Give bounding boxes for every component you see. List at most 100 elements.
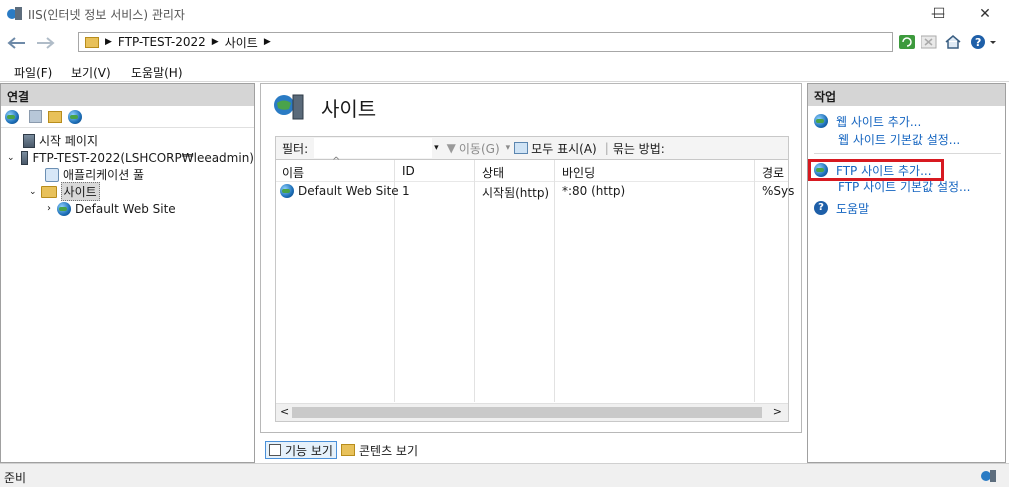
connect-globe-icon[interactable] bbox=[5, 109, 19, 124]
column-header-path[interactable]: 경로 bbox=[762, 164, 784, 181]
filter-bar: 필터: ▾ ▼ 이동(G) ▾ 모두 표시(A) | 묶는 방법: bbox=[275, 136, 789, 160]
back-icon[interactable] bbox=[4, 32, 30, 54]
save-icon[interactable] bbox=[29, 110, 42, 123]
sites-header-icon bbox=[273, 92, 305, 123]
table-row[interactable]: Default Web Site 1 시작됨(http) *:80 (http)… bbox=[276, 182, 794, 200]
ftp-defaults-link[interactable]: FTP 사이트 기본값 설정... bbox=[838, 178, 970, 195]
up-folder-icon[interactable] bbox=[48, 110, 62, 123]
column-header-binding[interactable]: 바인딩 bbox=[562, 164, 595, 181]
actions-divider bbox=[814, 153, 1001, 154]
action-ftp-defaults[interactable]: FTP 사이트 기본값 설정... bbox=[814, 177, 1005, 195]
close-button[interactable]: ✕ bbox=[962, 0, 1008, 28]
tree-item-label: Default Web Site bbox=[75, 201, 176, 216]
connections-title: 연결 bbox=[1, 84, 254, 106]
tree-item-label: 애플리케이션 풀 bbox=[63, 168, 145, 182]
sites-grid: 이름 ^ ID 상태 바인딩 경로 Default Web Site 1 시작됨… bbox=[275, 156, 794, 422]
stop-icon[interactable] bbox=[920, 33, 938, 51]
column-header-name[interactable]: 이름 bbox=[282, 164, 304, 181]
tree-item-label: 시작 페이지 bbox=[39, 134, 99, 148]
filter-dropdown-icon[interactable]: ▾ bbox=[434, 143, 439, 153]
tree-item-sites[interactable]: ⌄ 사이트 bbox=[1, 182, 254, 201]
action-web-defaults[interactable]: 웹 사이트 기본값 설정... bbox=[814, 130, 1005, 148]
breadcrumb-separator: ▶ bbox=[211, 37, 219, 47]
features-view-label: 기능 보기 bbox=[285, 443, 333, 458]
network-status-icon bbox=[981, 469, 999, 486]
folder-icon bbox=[85, 36, 99, 48]
site-binding: *:80 (http) bbox=[562, 184, 626, 198]
scroll-left-icon[interactable]: < bbox=[280, 405, 289, 418]
view-tabs: 기능 보기 콘텐츠 보기 bbox=[265, 440, 418, 460]
add-web-site-link[interactable]: 웹 사이트 추가... bbox=[836, 113, 921, 130]
column-header-status[interactable]: 상태 bbox=[482, 164, 504, 181]
menu-view[interactable]: 보기(V) bbox=[71, 64, 111, 81]
disconnect-icon[interactable] bbox=[68, 109, 82, 124]
breadcrumb-server[interactable]: FTP-TEST-2022 bbox=[118, 35, 206, 49]
add-web-site-icon bbox=[814, 114, 828, 128]
content-view-tab[interactable]: 콘텐츠 보기 bbox=[340, 442, 418, 459]
help-dropdown-icon[interactable]: ? bbox=[970, 33, 1000, 51]
refresh-icon[interactable] bbox=[898, 33, 916, 51]
sites-panel: 사이트 필터: ▾ ▼ 이동(G) ▾ 모두 표시(A) | 묶는 방법: 이름… bbox=[260, 83, 802, 433]
chevron-right-icon[interactable]: › bbox=[47, 203, 51, 214]
status-bar: 준비 bbox=[0, 463, 1009, 487]
filter-label: 필터: bbox=[282, 141, 309, 156]
iis-app-icon bbox=[7, 7, 23, 21]
web-defaults-link[interactable]: 웹 사이트 기본값 설정... bbox=[838, 131, 960, 148]
actions-panel: 작업 웹 사이트 추가... 웹 사이트 기본값 설정... FTP 사이트 추… bbox=[807, 83, 1006, 463]
connections-panel: 연결 시작 페이지 ⌄ FTP-TEST-2022(LSHCORP₩leeadm… bbox=[0, 83, 255, 463]
breadcrumb-sites[interactable]: 사이트 bbox=[225, 34, 258, 51]
connections-tree: 시작 페이지 ⌄ FTP-TEST-2022(LSHCORP₩leeadmin)… bbox=[1, 128, 254, 217]
menu-bar: 파일(F) 보기(V) 도움말(H) bbox=[0, 58, 1009, 82]
column-header-id[interactable]: ID bbox=[402, 164, 415, 178]
maximize-button[interactable]: ☐ bbox=[916, 0, 962, 28]
chevron-down-icon[interactable]: ⌄ bbox=[29, 187, 37, 197]
horizontal-scrollbar[interactable]: < > bbox=[276, 403, 788, 421]
sites-folder-icon bbox=[40, 185, 57, 198]
iis-manager-window: IIS(인터넷 정보 서비스) 관리자 — ☐ ✕ ▶ FTP-TEST-202… bbox=[0, 0, 1009, 487]
tree-item-server[interactable]: ⌄ FTP-TEST-2022(LSHCORP₩leeadmin) bbox=[1, 149, 254, 166]
site-path: %Sys bbox=[762, 184, 795, 198]
show-all-button[interactable]: 모두 표시(A) bbox=[531, 140, 597, 157]
tree-item-default-web-site[interactable]: › Default Web Site bbox=[1, 200, 254, 217]
home-icon[interactable] bbox=[944, 33, 962, 51]
website-globe-icon bbox=[57, 201, 71, 216]
menu-help[interactable]: 도움말(H) bbox=[131, 64, 183, 81]
menu-file[interactable]: 파일(F) bbox=[14, 64, 52, 81]
tree-item-app-pools[interactable]: 애플리케이션 풀 bbox=[1, 166, 254, 183]
filter-input[interactable] bbox=[314, 138, 433, 158]
site-status: 시작됨(http) bbox=[482, 186, 550, 200]
features-view-icon bbox=[269, 444, 281, 456]
site-id: 1 bbox=[402, 184, 410, 198]
action-add-web-site[interactable]: 웹 사이트 추가... bbox=[814, 112, 1005, 130]
site-name: Default Web Site bbox=[298, 184, 399, 198]
connections-toolbar bbox=[1, 106, 254, 128]
content-view-icon bbox=[340, 444, 355, 456]
address-bar[interactable]: ▶ FTP-TEST-2022 ▶ 사이트 ▶ bbox=[78, 32, 893, 52]
breadcrumb-separator: ▶ bbox=[105, 37, 112, 47]
grid-header: 이름 ^ ID 상태 바인딩 경로 bbox=[276, 156, 788, 182]
features-view-tab[interactable]: 기능 보기 bbox=[265, 441, 337, 459]
chevron-down-icon[interactable]: ⌄ bbox=[7, 153, 15, 163]
group-by-label[interactable]: 묶는 방법: bbox=[613, 140, 665, 157]
title-bar: IIS(인터넷 정보 서비스) 관리자 — ☐ ✕ bbox=[0, 0, 1009, 28]
go-dropdown-icon[interactable]: ▾ bbox=[506, 143, 511, 153]
actions-list: 웹 사이트 추가... 웹 사이트 기본값 설정... FTP 사이트 추가..… bbox=[808, 106, 1005, 217]
tree-item-label: 사이트 bbox=[60, 182, 100, 201]
go-button[interactable]: 이동(G) bbox=[459, 140, 500, 157]
help-link[interactable]: 도움말 bbox=[836, 200, 869, 217]
window-title: IIS(인터넷 정보 서비스) 관리자 bbox=[28, 8, 185, 22]
scrollbar-thumb[interactable] bbox=[292, 407, 762, 418]
actions-title: 작업 bbox=[808, 84, 1005, 106]
start-page-icon bbox=[23, 133, 35, 148]
forward-icon[interactable] bbox=[32, 32, 58, 54]
action-help[interactable]: ? 도움말 bbox=[814, 199, 1005, 217]
status-text: 준비 bbox=[4, 471, 27, 485]
scroll-right-icon[interactable]: > bbox=[773, 405, 782, 418]
tree-item-start-page[interactable]: 시작 페이지 bbox=[1, 132, 254, 149]
breadcrumb-separator: ▶ bbox=[263, 37, 271, 47]
add-ftp-site-icon bbox=[814, 163, 828, 177]
server-icon bbox=[20, 150, 29, 165]
svg-text:?: ? bbox=[975, 36, 981, 49]
add-ftp-site-link[interactable]: FTP 사이트 추가... bbox=[836, 162, 932, 179]
toolbar-divider: | bbox=[604, 141, 609, 155]
